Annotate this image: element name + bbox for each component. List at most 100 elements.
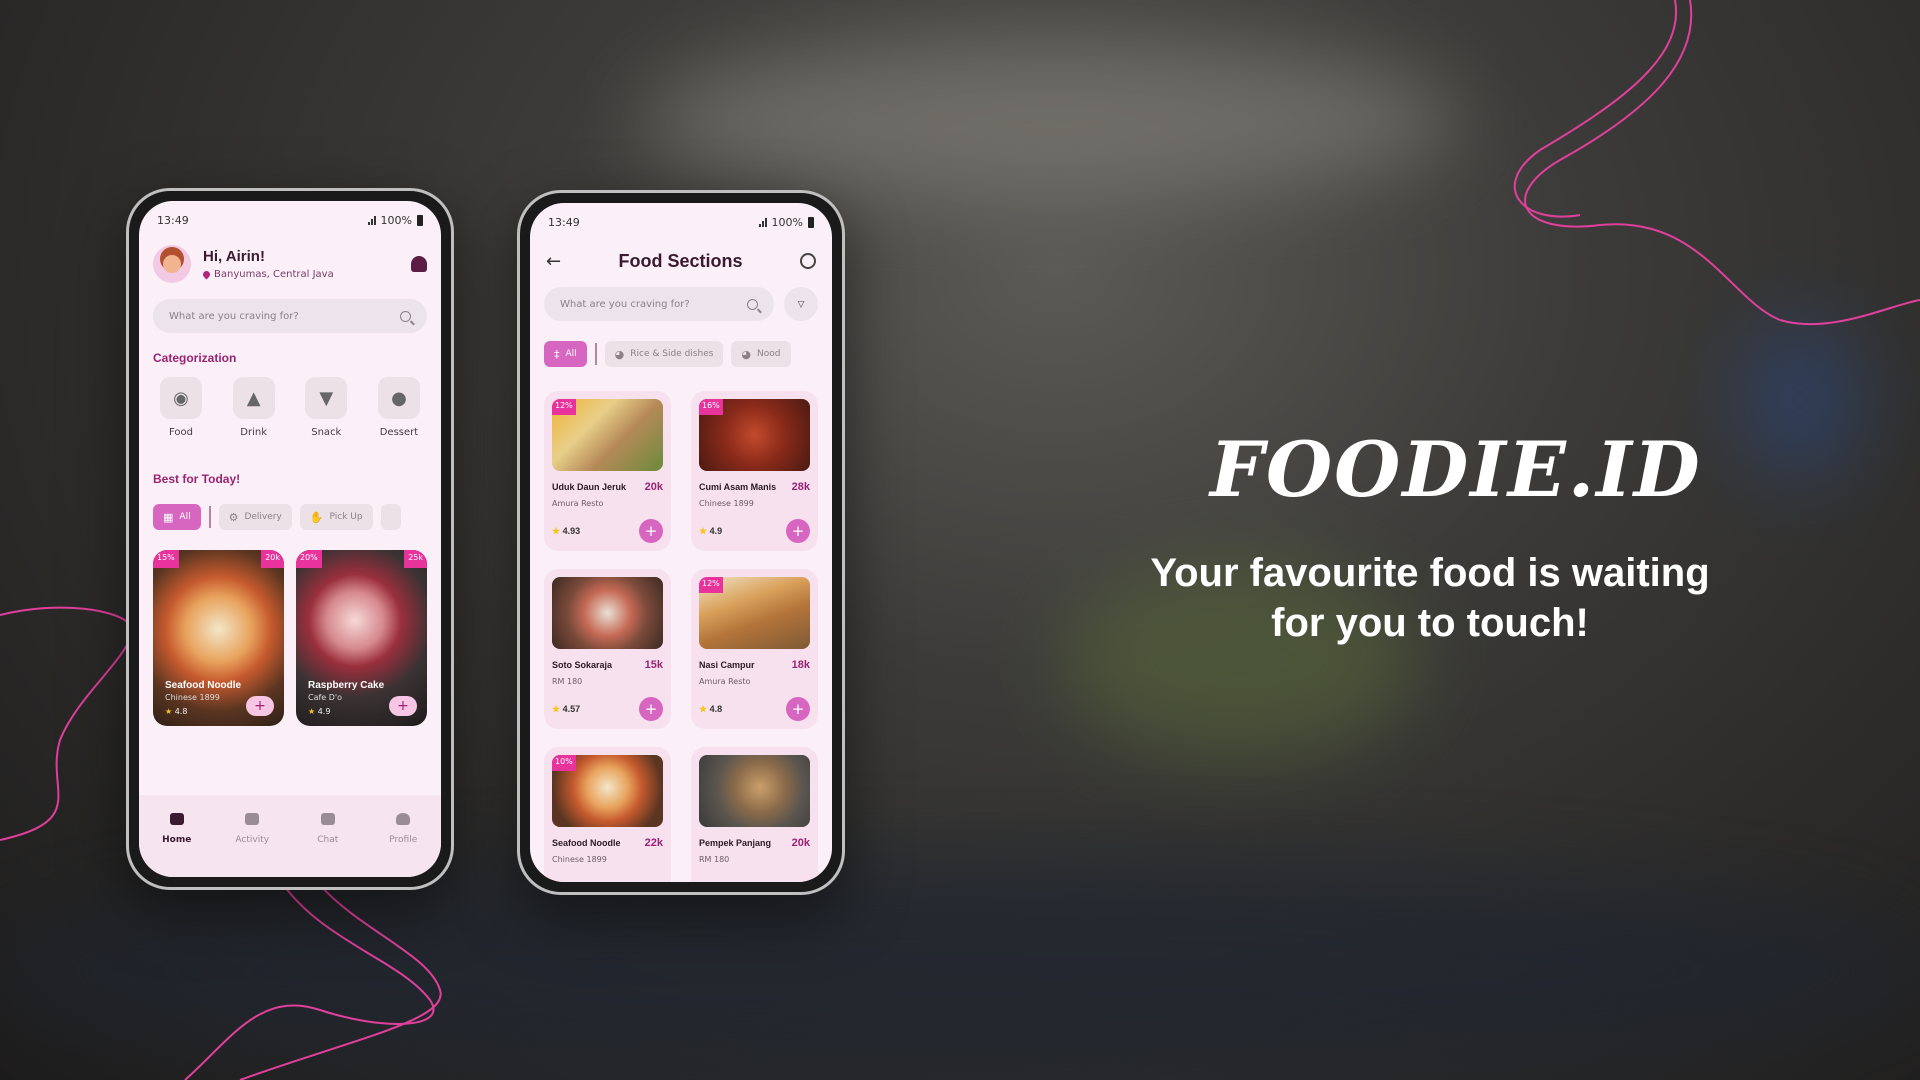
rating-row: ★ 4.57 + xyxy=(552,697,663,721)
phone-food-sections: 13:49 100% ← Food Sections What are you … xyxy=(517,190,845,895)
food-image: 10% xyxy=(552,755,663,827)
category-list: ◉ Food ▲ Drink ▼ Snack ● Dessert xyxy=(139,365,441,438)
add-button[interactable]: + xyxy=(786,519,810,543)
location[interactable]: Banyumas, Central Java xyxy=(201,269,399,280)
filter-chips: ‡ All ◕ Rice & Side dishes ◕ Nood xyxy=(530,341,832,367)
add-button[interactable]: + xyxy=(389,696,417,716)
food-card[interactable]: Pempek Panjang 20k RM 180 xyxy=(691,747,818,882)
nav-home[interactable]: Home xyxy=(147,813,207,877)
nav-label: Home xyxy=(162,835,192,845)
item-rating: ★ 4.8 xyxy=(699,704,722,715)
wave-bottom-a xyxy=(184,879,435,1080)
category-label: Snack xyxy=(311,427,342,438)
food-image xyxy=(552,577,663,649)
add-button[interactable]: + xyxy=(246,696,274,716)
history-icon[interactable] xyxy=(799,253,816,269)
category-snack[interactable]: ▼ Snack xyxy=(302,377,350,438)
status-right: 100% xyxy=(758,215,814,229)
noodle-bowl-icon: ◕ xyxy=(741,347,752,361)
chip-all[interactable]: ▦ All xyxy=(153,504,201,530)
chip-label: Pick Up xyxy=(329,512,363,522)
discount-badge: 12% xyxy=(699,577,723,593)
avatar[interactable] xyxy=(153,245,191,283)
item-resto: Cafe D'o xyxy=(308,693,343,702)
chip-all[interactable]: ‡ All xyxy=(544,341,587,367)
search-input[interactable]: What are you craving for? xyxy=(153,299,427,333)
rating-row: ★ 4.9 + xyxy=(699,519,810,543)
battery-percent: 100% xyxy=(771,215,803,229)
price-badge: 20k xyxy=(261,550,284,568)
food-card[interactable]: Soto Sokaraja 15k RM 180 ★ 4.57 + xyxy=(544,569,671,729)
item-resto: RM 180 xyxy=(699,855,730,864)
add-button[interactable]: + xyxy=(786,697,810,721)
chat-icon xyxy=(320,813,335,825)
chip-label: Delivery xyxy=(244,512,282,522)
chip-delivery[interactable]: ⚙ Delivery xyxy=(218,504,292,530)
discount-badge: 12% xyxy=(552,399,576,415)
discount-badge: 20% xyxy=(296,550,322,568)
dessert-icon: ● xyxy=(377,377,420,419)
item-price: 22k xyxy=(644,837,663,849)
category-drink[interactable]: ▲ Drink xyxy=(230,377,278,438)
category-dessert[interactable]: ● Dessert xyxy=(375,377,423,438)
cutlery-icon: ‡ xyxy=(554,347,560,361)
home-icon xyxy=(169,813,184,825)
search-input[interactable]: What are you craving for? xyxy=(544,287,774,321)
food-sections-screen: 13:49 100% ← Food Sections What are you … xyxy=(530,203,832,882)
category-food[interactable]: ◉ Food xyxy=(157,377,205,438)
signal-icon xyxy=(758,217,767,227)
nav-label: Profile xyxy=(389,835,418,845)
chip-pickup[interactable]: ✋ Pick Up xyxy=(299,504,373,530)
item-price: 20k xyxy=(644,481,663,493)
tagline-line-2: for you to touch! xyxy=(1271,601,1589,645)
chip-noodle[interactable]: ◕ Nood xyxy=(731,341,791,367)
search-row: What are you craving for? ▿ xyxy=(530,281,832,327)
nav-activity[interactable]: Activity xyxy=(222,813,282,877)
rating-row: ★ 4.93 + xyxy=(552,519,663,543)
food-image: 12% xyxy=(699,577,810,649)
status-right: 100% xyxy=(367,214,423,227)
item-name: Seafood Noodle xyxy=(552,838,621,848)
star-icon: ★ xyxy=(552,703,561,714)
item-resto: Chinese 1899 xyxy=(165,693,220,702)
nav-chat[interactable]: Chat xyxy=(298,813,358,877)
filter-button[interactable]: ▿ xyxy=(784,287,818,321)
drink-icon: ▲ xyxy=(232,377,275,419)
add-button[interactable]: + xyxy=(639,519,663,543)
name-row: Soto Sokaraja 15k xyxy=(552,659,663,671)
star-icon: ★ xyxy=(308,707,316,716)
home-screen: 13:49 100% Hi, Airin! Banyumas, Central … xyxy=(139,201,441,877)
categorization-title: Categorization xyxy=(153,351,237,365)
discount-badge: 10% xyxy=(552,755,576,771)
location-label: Banyumas, Central Java xyxy=(214,269,334,280)
signal-icon xyxy=(367,215,376,225)
best-card[interactable]: 20% 25k Raspberry Cake Cafe D'o ★ 4.9 + xyxy=(296,550,427,726)
greeting-header: Hi, Airin! Banyumas, Central Java xyxy=(139,239,441,289)
best-info: Raspberry Cake Cafe D'o ★ 4.9 xyxy=(308,680,384,716)
food-card[interactable]: 12% Uduk Daun Jeruk 20k Amura Resto ★ 4.… xyxy=(544,391,671,551)
item-price: 28k xyxy=(791,481,810,493)
rating-value: 4.9 xyxy=(317,707,331,716)
food-card[interactable]: 16% Cumi Asam Manis 28k Chinese 1899 ★ 4… xyxy=(691,391,818,551)
name-row: Seafood Noodle 22k xyxy=(552,837,663,849)
item-rating: ★ 4.57 xyxy=(552,704,580,715)
profile-icon xyxy=(396,813,411,825)
food-card[interactable]: 10% Seafood Noodle 22k Chinese 1899 xyxy=(544,747,671,882)
star-icon: ★ xyxy=(552,525,561,536)
food-image: 16% xyxy=(699,399,810,471)
food-card[interactable]: 12% Nasi Campur 18k Amura Resto ★ 4.8 + xyxy=(691,569,818,729)
item-name: Cumi Asam Manis xyxy=(699,482,777,492)
category-label: Drink xyxy=(240,427,268,438)
chip-rice[interactable]: ◕ Rice & Side dishes xyxy=(604,341,724,367)
add-button[interactable]: + xyxy=(639,697,663,721)
wave-top-right-a xyxy=(1524,0,1920,326)
rating-value: 4.8 xyxy=(709,703,723,714)
nav-profile[interactable]: Profile xyxy=(373,813,433,877)
back-arrow-icon[interactable]: ← xyxy=(546,251,561,272)
best-card[interactable]: 15% 20k Seafood Noodle Chinese 1899 ★ 4.… xyxy=(153,550,284,726)
bell-icon[interactable] xyxy=(411,256,427,272)
item-name: Soto Sokaraja xyxy=(552,660,613,670)
chip-more[interactable] xyxy=(380,504,401,530)
greeting-text: Hi, Airin! Banyumas, Central Java xyxy=(201,248,399,280)
filter-icon: ▿ xyxy=(797,296,805,312)
